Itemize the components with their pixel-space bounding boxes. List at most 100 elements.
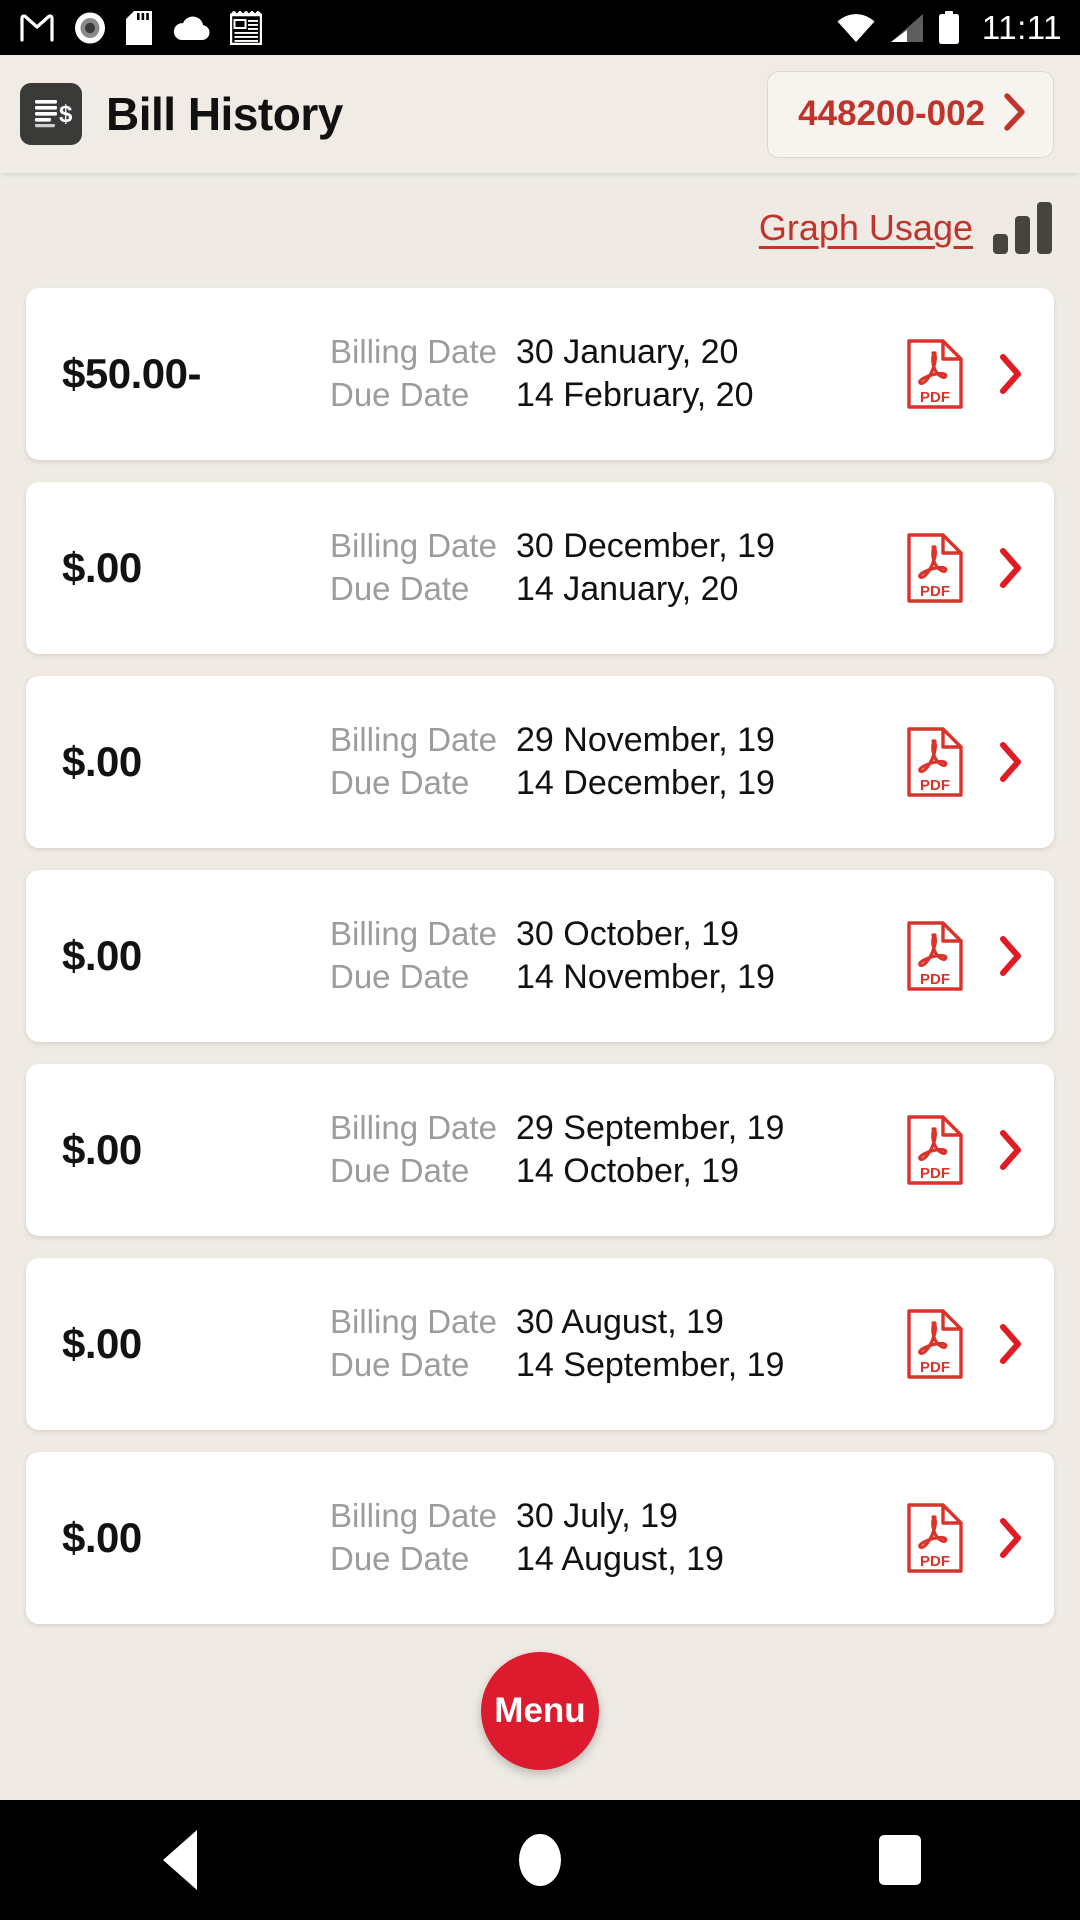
bill-dates: Billing Date 29 November, 19 Due Date 14… <box>330 721 906 803</box>
page-title: Bill History <box>106 88 343 140</box>
due-date-value: 14 September, 19 <box>516 1346 785 1384</box>
row-chevron-right-icon[interactable] <box>998 934 1024 978</box>
chevron-right-icon <box>1003 92 1027 137</box>
bill-dates: Billing Date 30 August, 19 Due Date 14 S… <box>330 1303 906 1385</box>
graph-usage-link[interactable]: Graph Usage <box>759 207 973 249</box>
svg-text:PDF: PDF <box>920 583 950 600</box>
due-date-value: 14 February, 20 <box>516 376 754 414</box>
svg-text:PDF: PDF <box>920 1359 950 1376</box>
billing-date-value: 30 July, 19 <box>516 1497 678 1535</box>
bill-amount: $.00 <box>62 1514 142 1561</box>
billing-date-label: Billing Date <box>330 333 497 370</box>
status-bar: 11:11 <box>0 0 1080 55</box>
table-row[interactable]: $.00 Billing Date 29 November, 19 Due Da… <box>26 676 1054 848</box>
due-date-value: 14 August, 19 <box>516 1540 724 1578</box>
account-selector[interactable]: 448200-002 <box>767 70 1054 158</box>
android-navigation-bar <box>0 1800 1080 1920</box>
due-date-value: 14 December, 19 <box>516 764 775 802</box>
pdf-file-icon[interactable]: PDF <box>906 1308 964 1380</box>
svg-text:PDF: PDF <box>920 389 950 406</box>
billing-date-value: 29 September, 19 <box>516 1109 785 1147</box>
row-chevron-right-icon[interactable] <box>998 352 1024 396</box>
row-chevron-right-icon[interactable] <box>998 1516 1024 1560</box>
record-dot-icon <box>74 12 106 44</box>
bill-dates: Billing Date 30 December, 19 Due Date 14… <box>330 527 906 609</box>
due-date-label: Due Date <box>330 1346 470 1383</box>
due-date-label: Due Date <box>330 764 470 801</box>
battery-full-icon <box>938 10 960 45</box>
bill-dates: Billing Date 30 January, 20 Due Date 14 … <box>330 333 906 415</box>
row-chevron-right-icon[interactable] <box>998 546 1024 590</box>
graph-usage-row: Graph Usage <box>0 173 1080 283</box>
pdf-file-icon[interactable]: PDF <box>906 1502 964 1574</box>
pdf-file-icon[interactable]: PDF <box>906 920 964 992</box>
due-date-label: Due Date <box>330 1152 470 1189</box>
due-date-label: Due Date <box>330 376 470 413</box>
billing-date-row: Billing Date 30 October, 19 <box>330 915 906 954</box>
row-chevron-right-icon[interactable] <box>998 1128 1024 1172</box>
due-date-value: 14 October, 19 <box>516 1152 740 1190</box>
status-bar-notification-icons <box>20 10 262 45</box>
svg-text:PDF: PDF <box>920 1165 950 1182</box>
due-date-value: 14 November, 19 <box>516 958 775 996</box>
due-date-label: Due Date <box>330 1540 470 1577</box>
pdf-file-icon[interactable]: PDF <box>906 532 964 604</box>
billing-date-value: 29 November, 19 <box>516 721 775 759</box>
pdf-file-icon[interactable]: PDF <box>906 338 964 410</box>
billing-date-value: 30 August, 19 <box>516 1303 724 1341</box>
billing-date-label: Billing Date <box>330 1497 497 1534</box>
pdf-file-icon[interactable]: PDF <box>906 1114 964 1186</box>
nav-back-button[interactable] <box>80 1800 280 1920</box>
menu-fab-button[interactable]: Menu <box>481 1652 599 1770</box>
bill-amount: $.00 <box>62 738 142 785</box>
bill-document-icon: $ <box>20 83 82 145</box>
nav-recents-icon <box>879 1835 921 1885</box>
due-date-label: Due Date <box>330 958 470 995</box>
billing-date-label: Billing Date <box>330 1303 497 1340</box>
due-date-row: Due Date 14 September, 19 <box>330 1346 906 1385</box>
billing-date-row: Billing Date 30 January, 20 <box>330 333 906 372</box>
bar-chart-icon[interactable] <box>993 202 1052 254</box>
nav-recents-button[interactable] <box>800 1800 1000 1920</box>
bill-history-list: $50.00- Billing Date 30 January, 20 Due … <box>0 288 1080 1646</box>
billing-date-row: Billing Date 30 December, 19 <box>330 527 906 566</box>
table-row[interactable]: $.00 Billing Date 30 December, 19 Due Da… <box>26 482 1054 654</box>
due-date-value: 14 January, 20 <box>516 570 739 608</box>
nav-home-button[interactable] <box>440 1800 640 1920</box>
table-row[interactable]: $.00 Billing Date 30 July, 19 Due Date 1… <box>26 1452 1054 1624</box>
table-row[interactable]: $.00 Billing Date 30 August, 19 Due Date… <box>26 1258 1054 1430</box>
table-row[interactable]: $.00 Billing Date 29 September, 19 Due D… <box>26 1064 1054 1236</box>
bill-amount: $.00 <box>62 932 142 979</box>
due-date-row: Due Date 14 August, 19 <box>330 1540 906 1579</box>
bill-dates: Billing Date 30 October, 19 Due Date 14 … <box>330 915 906 997</box>
app-header: $ Bill History 448200-002 <box>0 55 1080 173</box>
cell-signal-icon <box>890 13 924 43</box>
account-number: 448200-002 <box>798 94 985 133</box>
due-date-row: Due Date 14 January, 20 <box>330 570 906 609</box>
table-row[interactable]: $50.00- Billing Date 30 January, 20 Due … <box>26 288 1054 460</box>
billing-date-row: Billing Date 30 August, 19 <box>330 1303 906 1342</box>
nav-back-icon <box>163 1830 197 1890</box>
wifi-icon <box>836 13 876 43</box>
status-bar-clock: 11:11 <box>981 8 1062 46</box>
gmail-m-icon <box>20 13 54 42</box>
pdf-file-icon[interactable]: PDF <box>906 726 964 798</box>
billing-date-row: Billing Date 30 July, 19 <box>330 1497 906 1536</box>
due-date-label: Due Date <box>330 570 470 607</box>
billing-date-row: Billing Date 29 November, 19 <box>330 721 906 760</box>
cloud-icon <box>172 15 210 41</box>
billing-date-label: Billing Date <box>330 915 497 952</box>
svg-text:PDF: PDF <box>920 1553 950 1570</box>
row-chevron-right-icon[interactable] <box>998 1322 1024 1366</box>
bill-amount: $50.00- <box>62 350 201 397</box>
bill-amount: $.00 <box>62 1320 142 1367</box>
table-row[interactable]: $.00 Billing Date 30 October, 19 Due Dat… <box>26 870 1054 1042</box>
status-bar-system-icons: 11:11 <box>836 9 1062 47</box>
bill-dates: Billing Date 30 July, 19 Due Date 14 Aug… <box>330 1497 906 1579</box>
news-notepad-icon <box>230 10 262 45</box>
row-chevron-right-icon[interactable] <box>998 740 1024 784</box>
svg-text:PDF: PDF <box>920 971 950 988</box>
billing-date-value: 30 December, 19 <box>516 527 775 565</box>
billing-date-row: Billing Date 29 September, 19 <box>330 1109 906 1148</box>
billing-date-value: 30 October, 19 <box>516 915 740 953</box>
